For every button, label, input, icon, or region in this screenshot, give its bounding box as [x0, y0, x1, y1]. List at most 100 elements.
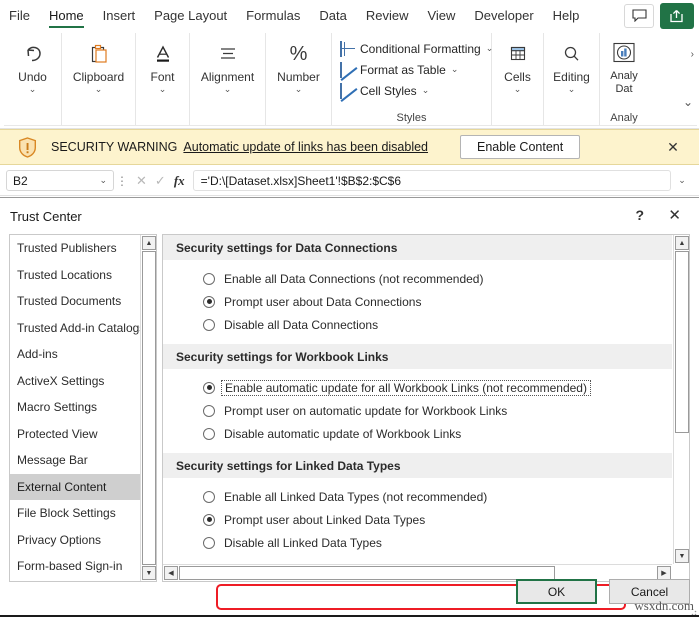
scroll-up-arrow-icon[interactable]: ▲ [675, 236, 689, 250]
sidebar-item-label: Protected View [17, 426, 98, 441]
tab-page-layout[interactable]: Page Layout [145, 2, 236, 29]
tab-review[interactable]: Review [357, 2, 418, 29]
ribbon-group-cells[interactable]: Cells ⌄ [492, 33, 544, 125]
cancel-x-icon[interactable]: ✕ [136, 173, 147, 189]
conditional-formatting-button[interactable]: Conditional Formatting ⌄ [340, 38, 493, 59]
sidebar-item-trusted-documents[interactable]: Trusted Documents [10, 288, 140, 315]
chevron-down-icon[interactable]: ⌄ [29, 85, 37, 94]
radio-icon-selected[interactable] [203, 295, 215, 308]
fx-icon[interactable]: fx [174, 173, 185, 189]
format-as-table-button[interactable]: Format as Table ⌄ [340, 59, 483, 80]
radio-icon[interactable] [203, 404, 215, 417]
close-icon[interactable]: ✕ [668, 206, 681, 224]
tab-help[interactable]: Help [544, 2, 589, 29]
radio-icon-selected[interactable] [203, 513, 215, 526]
radio-disable-all-linked-data-types[interactable]: Disable all Linked Data Types [163, 531, 672, 554]
help-question-icon[interactable]: ? [635, 207, 644, 223]
sidebar-item-form-based-sign-in[interactable]: Form-based Sign-in [10, 553, 140, 580]
sidebar-item-label: Trusted Publishers [17, 241, 117, 256]
confirm-check-icon[interactable]: ✓ [155, 173, 166, 189]
radio-icon-selected[interactable] [203, 381, 215, 394]
radio-enable-automatic-update-workbook-links[interactable]: Enable automatic update for all Workbook… [163, 376, 672, 399]
ribbon-group-clipboard[interactable]: Clipboard ⌄ [62, 33, 136, 125]
radio-icon[interactable] [203, 318, 215, 331]
radio-enable-all-data-connections[interactable]: Enable all Data Connections (not recomme… [163, 267, 672, 290]
radio-prompt-user-data-connections[interactable]: Prompt user about Data Connections [163, 290, 672, 313]
scroll-down-arrow-icon[interactable]: ▼ [675, 549, 689, 563]
radio-label: Enable automatic update for all Workbook… [221, 379, 591, 396]
scroll-right-arrow-icon[interactable]: ▶ [657, 566, 671, 580]
formula-bar: B2 ⌄ ⋮ ✕ ✓ fx ='D:\[Dataset.xlsx]Sheet1'… [0, 166, 699, 196]
ribbon-collapse-chevron-icon[interactable]: ⌄ [683, 95, 693, 109]
ribbon-group-font[interactable]: Font ⌄ [136, 33, 190, 125]
sidebar-item-label: Trusted Locations [17, 267, 112, 282]
sidebar-item-trusted-locations[interactable]: Trusted Locations [10, 262, 140, 289]
sidebar-vertical-scrollbar[interactable]: ▲ ▼ [140, 235, 156, 581]
tab-file[interactable]: File [0, 2, 39, 29]
tab-insert[interactable]: Insert [94, 2, 145, 29]
chevron-down-icon[interactable]: ⌄ [224, 85, 232, 94]
radio-icon[interactable] [203, 427, 215, 440]
chevron-down-icon[interactable]: ⌄ [422, 85, 430, 96]
chevron-down-icon[interactable]: ⌄ [451, 64, 459, 75]
tab-data[interactable]: Data [310, 2, 355, 29]
radio-prompt-user-workbook-links[interactable]: Prompt user on automatic update for Work… [163, 399, 672, 422]
sidebar-item-macro-settings[interactable]: Macro Settings [10, 394, 140, 421]
radio-disable-automatic-update-workbook-links[interactable]: Disable automatic update of Workbook Lin… [163, 422, 672, 445]
security-warning-bar: SECURITY WARNING Automatic update of lin… [0, 129, 699, 165]
sidebar-item-file-block-settings[interactable]: File Block Settings [10, 500, 140, 527]
chevron-down-icon[interactable]: ⌄ [295, 85, 303, 94]
tab-home[interactable]: Home [40, 2, 93, 29]
security-warning-message[interactable]: Automatic update of links has been disab… [183, 140, 428, 154]
ribbon-group-editing[interactable]: Editing ⌄ [544, 33, 600, 125]
sidebar-item-add-ins[interactable]: Add-ins [10, 341, 140, 368]
close-icon[interactable]: ✕ [665, 139, 681, 156]
sidebar-item-trusted-publishers[interactable]: Trusted Publishers [10, 235, 140, 262]
chevron-down-icon[interactable]: ⌄ [159, 85, 167, 94]
tab-view[interactable]: View [418, 2, 464, 29]
radio-icon[interactable] [203, 490, 215, 503]
sidebar-item-activex-settings[interactable]: ActiveX Settings [10, 368, 140, 395]
sidebar-item-privacy-options[interactable]: Privacy Options [10, 527, 140, 554]
chevron-down-icon[interactable]: ⌄ [514, 85, 522, 94]
main-hscrollbar-thumb[interactable] [179, 566, 555, 580]
sidebar-item-message-bar[interactable]: Message Bar [10, 447, 140, 474]
scroll-up-arrow-icon[interactable]: ▲ [142, 236, 156, 250]
formula-bar-divider: ⋮ [116, 173, 128, 188]
main-scrollbar-thumb[interactable] [675, 251, 689, 433]
cell-styles-button[interactable]: Cell Styles ⌄ [340, 80, 483, 101]
section-heading-workbook-links: Security settings for Workbook Links [163, 344, 672, 369]
radio-disable-all-data-connections[interactable]: Disable all Data Connections [163, 313, 672, 336]
tab-label: View [427, 8, 456, 23]
radio-enable-all-linked-data-types[interactable]: Enable all Linked Data Types (not recomm… [163, 485, 672, 508]
radio-icon[interactable] [203, 272, 215, 285]
radio-icon[interactable] [203, 536, 215, 549]
tab-formulas[interactable]: Formulas [237, 2, 309, 29]
scroll-down-arrow-icon[interactable]: ▼ [142, 566, 156, 580]
sidebar-item-trusted-add-in-catalogs[interactable]: Trusted Add-in Catalogs [10, 315, 145, 342]
chevron-down-icon[interactable]: ⌄ [568, 85, 576, 94]
chevron-down-icon[interactable]: ⌄ [95, 85, 103, 94]
sidebar-item-external-content[interactable]: External Content [10, 473, 140, 500]
ribbon-overflow-chevron-icon[interactable]: › [691, 49, 694, 60]
radio-prompt-user-linked-data-types[interactable]: Prompt user about Linked Data Types [163, 508, 672, 531]
sidebar-scrollbar-thumb[interactable] [142, 251, 156, 565]
formula-input[interactable]: ='D:\[Dataset.xlsx]Sheet1'!$B$2:$C$6 [192, 170, 671, 191]
main-panel-vertical-scrollbar[interactable]: ▲ ▼ [673, 235, 689, 564]
ribbon-group-undo[interactable]: Undo ⌄ [4, 33, 62, 125]
name-box[interactable]: B2 ⌄ [6, 170, 114, 191]
enable-content-button[interactable]: Enable Content [460, 135, 581, 159]
share-button[interactable] [660, 2, 694, 29]
group-label: Number [277, 70, 320, 84]
ribbon-group-alignment[interactable]: Alignment ⌄ [190, 33, 266, 125]
resize-grip-icon[interactable] [688, 606, 697, 617]
tab-developer[interactable]: Developer [465, 2, 542, 29]
formula-bar-expand-chevron-icon[interactable]: ⌄ [671, 175, 693, 186]
chevron-down-icon[interactable]: ⌄ [99, 175, 107, 186]
sidebar-item-protected-view[interactable]: Protected View [10, 421, 140, 448]
ribbon-group-analyze-data[interactable]: Analy Dat Analy [600, 33, 648, 125]
scroll-left-arrow-icon[interactable]: ◀ [164, 566, 178, 580]
comments-button[interactable] [624, 3, 654, 28]
ok-button[interactable]: OK [516, 579, 597, 604]
ribbon-group-number[interactable]: % Number ⌄ [266, 33, 332, 125]
